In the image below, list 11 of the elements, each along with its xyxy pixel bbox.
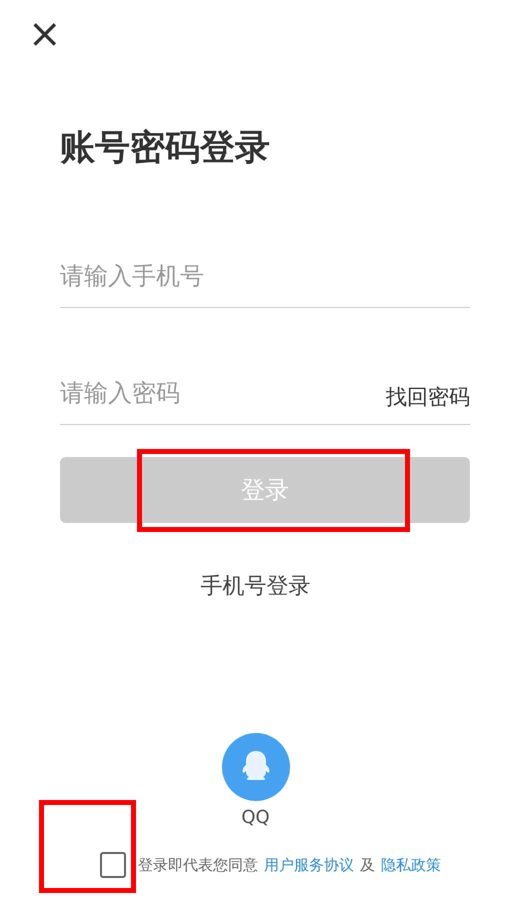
agreement-text: 登录即代表您同意: [138, 856, 258, 874]
forgot-password-link[interactable]: 找回密码: [386, 383, 470, 411]
phone-input-field[interactable]: 请输入手机号: [60, 262, 470, 290]
qq-label: QQ: [241, 807, 270, 828]
penguin-icon[interactable]: [222, 733, 290, 801]
page-title: 账号密码登录: [60, 127, 271, 170]
phone-login-link[interactable]: 手机号登录: [200, 571, 310, 601]
close-button[interactable]: ×: [28, 14, 62, 54]
password-input-field[interactable]: 请输入密码: [60, 379, 386, 407]
conjunction-text: 及: [360, 856, 375, 874]
agreement-checkbox[interactable]: [100, 852, 126, 878]
